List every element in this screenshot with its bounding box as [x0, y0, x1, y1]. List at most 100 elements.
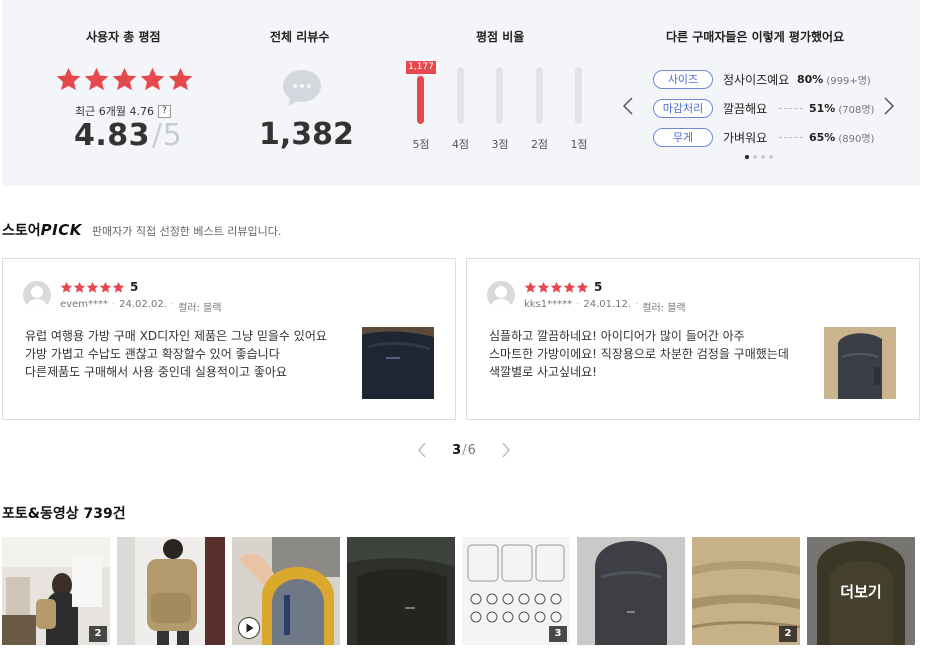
store-pick-description: 판매자가 직접 선정한 베스트 리뷰입니다.	[91, 225, 282, 238]
chevron-right-icon[interactable]	[883, 96, 895, 116]
speech-bubble-icon	[283, 70, 321, 106]
star-icon	[112, 281, 125, 293]
play-icon[interactable]	[238, 617, 260, 639]
photo-thumbnail[interactable]	[577, 537, 685, 645]
star-icon	[84, 67, 109, 91]
chevron-left-icon[interactable]	[622, 96, 634, 116]
attribute-count: (999+명)	[826, 75, 871, 87]
bag-photo	[824, 327, 896, 399]
review-meta: evem**** · 24.02.02. · 컬러: 블랙	[60, 299, 221, 314]
star-icon	[73, 281, 86, 293]
attribute-value: 정사이즈예요	[723, 72, 790, 87]
rating-bar-label: 1점	[570, 138, 588, 151]
photo-thumbnail[interactable]: 2	[2, 537, 110, 645]
star-icon	[563, 281, 576, 293]
carousel-dot[interactable]	[761, 155, 765, 159]
play-triangle	[239, 618, 259, 638]
rating-ratio-title: 평점 비율	[476, 30, 525, 44]
review-card[interactable]: 5 kks1***** · 24.01.12. · 컬러: 블랙 심플하고 깔끔…	[466, 258, 920, 420]
attribute-row-finish: 마감처리 깔끔해요 51% (708명)	[653, 98, 874, 118]
rating-bar-track	[575, 67, 582, 124]
review-user: kks1*****	[524, 299, 573, 310]
photo-thumbnail[interactable]	[347, 537, 455, 645]
rating-bar-track	[456, 67, 464, 124]
review-text: 유럽 여행용 가방 구매 XD디자인 제품은 그냥 믿을수 있어요 가방 가볍고…	[25, 327, 355, 381]
review-text-line: 색깔별로 사고싶네요!	[489, 365, 597, 379]
review-text: 심플하고 깔끔하네요! 아이디어가 많이 들어간 아주 스마트한 가방이에요! …	[489, 327, 819, 381]
star-icon	[550, 281, 563, 293]
photo-thumbnail[interactable]: 2	[692, 537, 800, 645]
star-icon	[168, 67, 193, 91]
meta-separator: ·	[576, 299, 580, 310]
review-thumbnail[interactable]	[362, 327, 434, 399]
review-text-line: 가방 가볍고 수납도 괜찮고 확장할수 있어 좋습니다	[25, 347, 280, 361]
carousel-dot[interactable]	[769, 155, 773, 159]
review-text-line: 심플하고 깔끔하네요! 아이디어가 많이 들어간 아주	[489, 329, 745, 343]
attribute-count: (890명)	[838, 133, 875, 145]
carousel-dot[interactable]	[745, 155, 749, 159]
star-icon	[537, 281, 550, 293]
rating-bar-label: 4점	[451, 138, 470, 151]
rating-bar-label: 2점	[530, 138, 549, 151]
average-rating-max: /5	[152, 118, 183, 153]
meta-separator: ·	[170, 299, 175, 310]
pager-total: 6	[467, 442, 476, 458]
average-rating: 4.83/5	[74, 118, 182, 153]
review-thumbnail[interactable]	[824, 327, 896, 399]
review-card[interactable]: 5 evem**** · 24.02.02. · 컬러: 블랙 유럽 여행용 가…	[2, 258, 456, 420]
review-text-line: 스마트한 가방이에요! 직장용으로 차분한 검정을 구매했는데	[489, 347, 789, 361]
review-count-title: 전체 리뷰수	[270, 30, 330, 44]
recent-rating-label: 최근 6개월 4.76	[75, 105, 154, 118]
rating-bar-label: 3점	[491, 138, 509, 151]
review-user: evem****	[60, 299, 108, 310]
chevron-left-icon[interactable]	[416, 441, 428, 459]
store-pick-title: 스토어PICK	[2, 220, 82, 240]
attribute-percent: 65%	[809, 130, 836, 144]
meta-separator: ·	[111, 299, 116, 310]
total-rating-title: 사용자 총 평점	[86, 30, 161, 44]
photo-video-title: 포토&동영상 739건	[2, 506, 126, 522]
photo-more-button[interactable]: 더보기	[807, 537, 915, 645]
attribute-percent: 51%	[809, 101, 836, 115]
attribute-row-weight: 무게 가벼워요 65% (890명)	[653, 127, 874, 147]
review-count: 1,382	[259, 117, 354, 152]
review-stars: 5	[60, 280, 138, 294]
recent-rating: 최근 6개월 4.76 ?	[75, 103, 171, 119]
star-icon	[86, 281, 99, 293]
star-icon	[112, 67, 137, 91]
photo-image	[577, 537, 685, 645]
review-meta: kks1***** · 24.01.12. · 컬러: 블랙	[524, 299, 686, 314]
photo-thumbnail[interactable]	[232, 537, 340, 645]
review-stars: 5	[524, 280, 602, 294]
star-icon	[56, 67, 81, 91]
photo-count-badge: 2	[779, 626, 797, 642]
rating-summary-panel: 사용자 총 평점 최근 6개월 4.76 ? 4.83/5 전체 리뷰수 1,3…	[2, 0, 920, 186]
help-icon[interactable]: ?	[157, 104, 171, 118]
review-option: 컬러: 블랙	[178, 303, 222, 314]
attribute-value: 가벼워요	[723, 130, 768, 145]
divider	[779, 136, 803, 138]
attribute-tag: 무게	[653, 127, 713, 147]
user-icon	[26, 286, 48, 309]
star-icon	[60, 281, 73, 293]
review-date: 24.01.12.	[583, 299, 632, 310]
rating-bar-fill	[417, 76, 424, 124]
carousel-dots	[745, 155, 773, 159]
rating-bar-track	[496, 67, 503, 124]
store-pick-title-pick: PICK	[40, 221, 82, 239]
rating-ratio-bars: 1,177 5점 4점 3점 2점 1점	[406, 60, 596, 152]
photo-thumbnail[interactable]	[117, 537, 225, 645]
chevron-right-icon[interactable]	[500, 441, 512, 459]
attribute-tag: 사이즈	[653, 69, 713, 89]
photo-thumbnail[interactable]: 3	[462, 537, 570, 645]
star-rating	[55, 66, 194, 93]
star-icon	[140, 67, 165, 91]
review-text-line: 유럽 여행용 가방 구매 XD디자인 제품은 그냥 믿을수 있어요	[25, 329, 327, 343]
bag-photo	[362, 327, 434, 399]
carousel-dot[interactable]	[753, 155, 757, 159]
rating-bar-label: 5점	[412, 138, 430, 151]
avatar	[487, 281, 515, 309]
review-option: 컬러: 블랙	[642, 303, 686, 314]
more-label: 더보기	[807, 537, 915, 645]
average-rating-value: 4.83	[74, 118, 151, 153]
